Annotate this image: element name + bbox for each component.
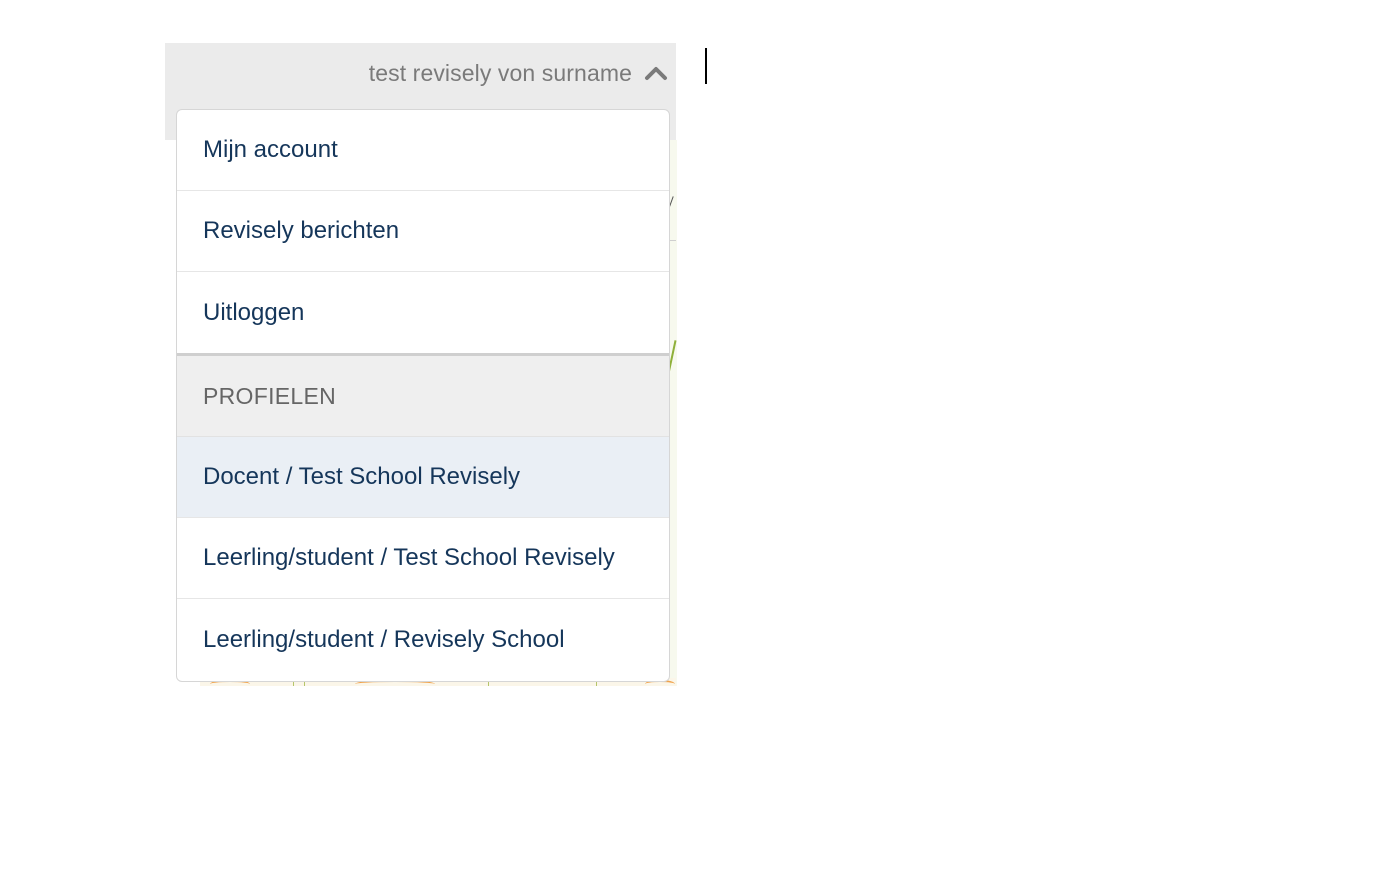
profile-item-label: Leerling/student / Revisely School xyxy=(203,625,565,653)
menu-item-label: Revisely berichten xyxy=(203,217,400,244)
profile-item-docent-test-school[interactable]: Docent / Test School Revisely xyxy=(177,437,669,518)
menu-item-label: Uitloggen xyxy=(203,298,305,326)
text-cursor xyxy=(705,48,707,84)
section-header-label: PROFIELEN xyxy=(203,382,337,409)
menu-item-label: Mijn account xyxy=(203,136,338,163)
menu-item-messages[interactable]: Revisely berichten xyxy=(177,191,669,272)
user-name: test revisely von surname xyxy=(368,59,632,86)
page: test revisely von surname Mijn account R… xyxy=(0,0,1374,876)
profile-item-label: Docent / Test School Revisely xyxy=(203,463,521,490)
user-menu-toggle[interactable]: test revisely von surname xyxy=(165,43,676,103)
profile-item-label: Leerling/student / Test School Revisely xyxy=(203,544,615,571)
menu-item-logout[interactable]: Uitloggen xyxy=(177,272,669,353)
profiles-section-header: PROFIELEN xyxy=(177,356,669,437)
user-dropdown-menu: Mijn account Revisely berichten Uitlogge… xyxy=(176,109,670,682)
menu-item-my-account[interactable]: Mijn account xyxy=(177,110,669,191)
profile-item-student-revisely-school[interactable]: Leerling/student / Revisely School xyxy=(177,599,669,680)
chevron-up-icon xyxy=(644,61,668,85)
profile-item-student-test-school[interactable]: Leerling/student / Test School Revisely xyxy=(177,518,669,599)
